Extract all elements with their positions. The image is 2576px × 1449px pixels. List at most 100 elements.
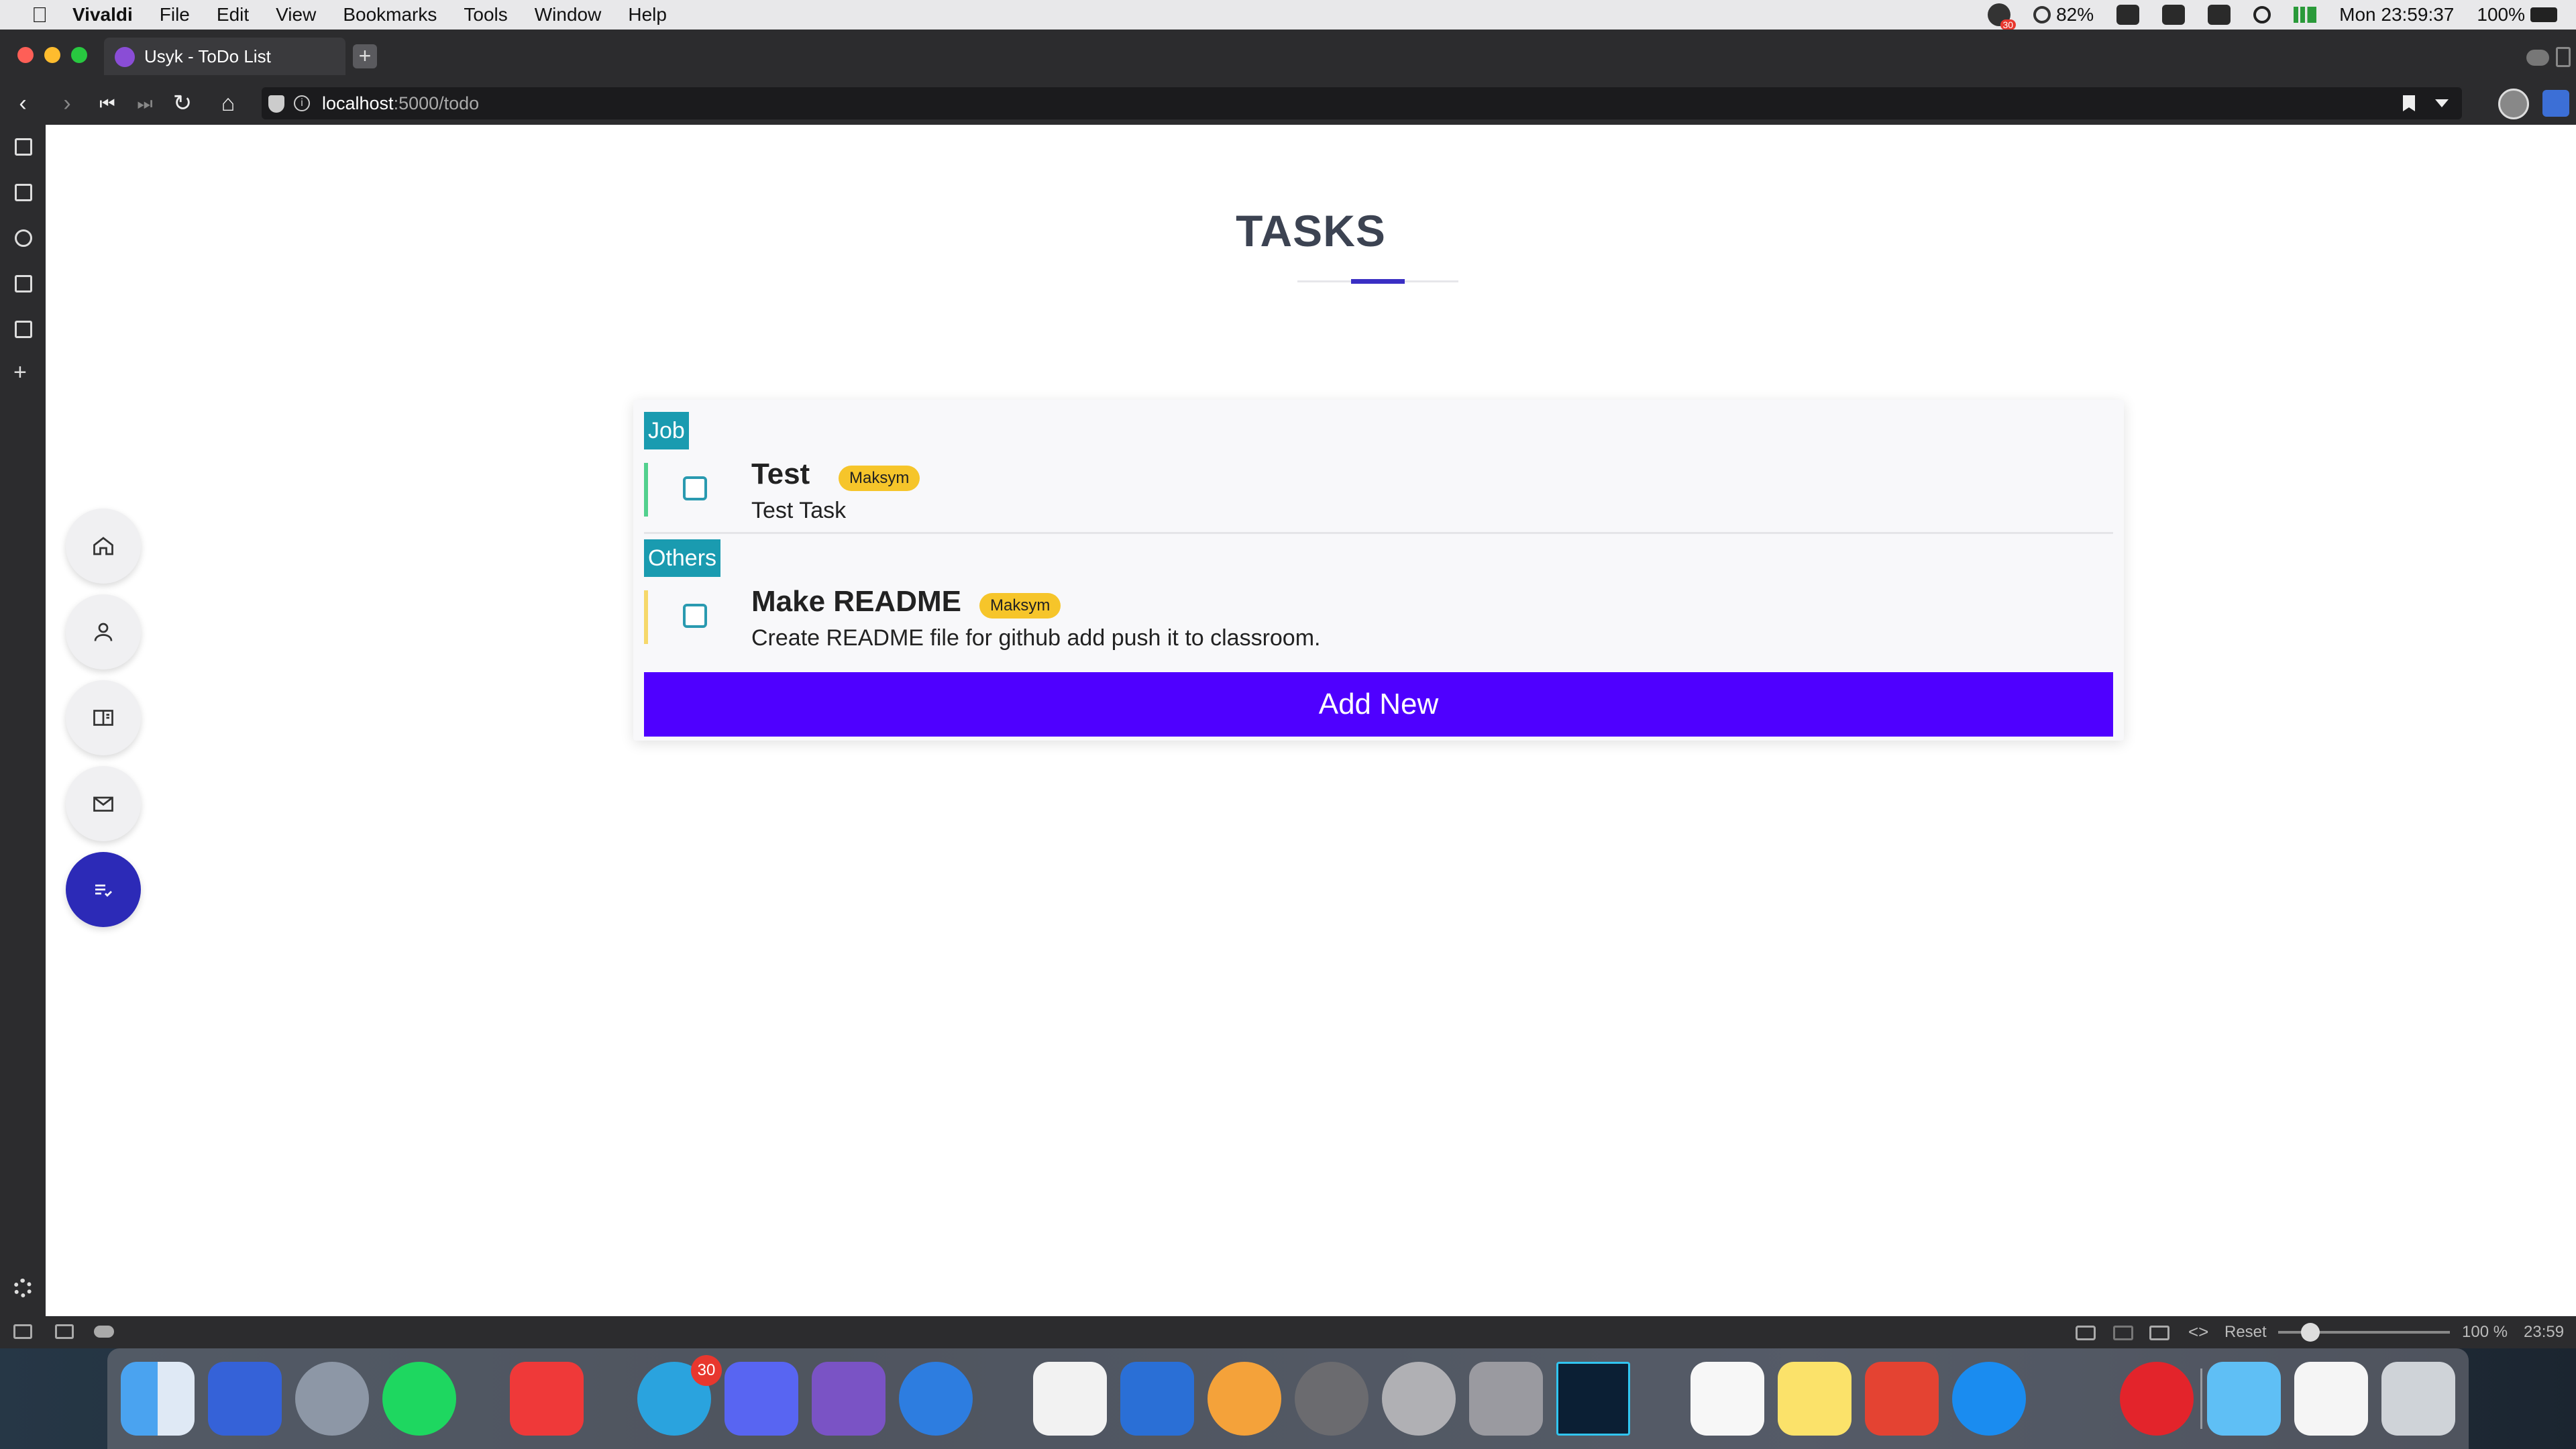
task-checkbox[interactable] (683, 476, 707, 500)
menu-window[interactable]: Window (535, 4, 602, 25)
nav-profile-button[interactable] (66, 594, 141, 669)
tableplus-icon[interactable] (1295, 1362, 1368, 1436)
notification-status-icon[interactable]: 30 (1988, 3, 2017, 30)
settings-gear-icon[interactable] (13, 1279, 32, 1297)
trash-tabs-icon[interactable] (2556, 47, 2571, 67)
nav-tasks-button[interactable] (66, 852, 141, 927)
finder-icon[interactable] (121, 1362, 195, 1436)
notes-icon[interactable] (1778, 1362, 1851, 1436)
panel-downloads-icon[interactable] (15, 184, 32, 201)
apple-icon[interactable]:  (27, 2, 52, 28)
profile-avatar[interactable] (2498, 89, 2529, 119)
task-checkbox[interactable] (683, 604, 707, 628)
menubar-clock[interactable]: Mon 23:59:37 (2339, 4, 2454, 25)
menu-app-name[interactable]: Vivaldi (72, 4, 133, 25)
menu-tools[interactable]: Tools (464, 4, 507, 25)
menu-view[interactable]: View (276, 4, 316, 25)
task-item: Make README Maksym Create README file fo… (644, 577, 2113, 661)
sync-cloud-icon[interactable] (2526, 50, 2549, 66)
trash-icon[interactable] (2381, 1362, 2455, 1436)
forward-icon[interactable]: › (54, 91, 80, 115)
panel-toggle-icon[interactable] (13, 1324, 32, 1339)
dock: 30 (107, 1348, 2469, 1449)
back-icon[interactable]: ‹ (9, 91, 36, 115)
category-label-others: Others (644, 539, 721, 577)
spotlight-search-icon[interactable] (2253, 6, 2271, 23)
panel-history-icon[interactable] (15, 229, 32, 247)
task-item: Test Maksym Test Task (644, 449, 2113, 534)
adblock-icon[interactable] (2120, 1362, 2194, 1436)
capture-icon[interactable] (2076, 1326, 2096, 1340)
telegram-badge: 30 (691, 1355, 722, 1386)
shield-icon[interactable] (268, 95, 284, 113)
panel-notes-icon[interactable] (15, 275, 32, 292)
todoist-icon[interactable] (1865, 1362, 1939, 1436)
vivaldi-icon[interactable] (510, 1362, 584, 1436)
nav-home-button[interactable] (66, 508, 141, 584)
airship-icon[interactable] (1208, 1362, 1281, 1436)
rewind-icon[interactable]: ⏮ (94, 91, 121, 115)
panel-bookmarks-icon[interactable] (15, 138, 32, 156)
bookmark-icon[interactable] (2403, 95, 2415, 111)
tab-usyk-todo[interactable]: Usyk - ToDo List (104, 38, 345, 75)
menu-file[interactable]: File (160, 4, 190, 25)
home-browser-icon[interactable]: ⌂ (215, 91, 241, 115)
photoshop-icon[interactable] (1556, 1362, 1630, 1436)
nav-book-button[interactable] (66, 680, 141, 755)
window-icon[interactable] (2113, 1326, 2133, 1340)
layout-status-icon[interactable] (2208, 5, 2231, 25)
launchpad-icon[interactable] (295, 1362, 369, 1436)
title-accent (1351, 279, 1405, 284)
panel-calendar-icon[interactable] (15, 321, 32, 338)
zoom-reset-button[interactable]: Reset (2224, 1323, 2267, 1342)
chevron-down-icon[interactable] (2435, 99, 2449, 107)
reminders-icon[interactable] (1690, 1362, 1764, 1436)
image-icon[interactable] (2149, 1326, 2169, 1340)
page-actions-icon[interactable]: <> (2188, 1322, 2208, 1342)
database-icon[interactable] (1469, 1362, 1543, 1436)
vscode-icon[interactable] (1033, 1362, 1107, 1436)
maximize-window-button[interactable] (71, 47, 87, 63)
cpu-status[interactable]: 82% (2033, 4, 2094, 25)
menu-bookmarks[interactable]: Bookmarks (343, 4, 437, 25)
zoom-slider-handle[interactable] (2301, 1323, 2320, 1342)
cpu-gauge-icon (2033, 6, 2051, 23)
bolt-status-icon[interactable] (2116, 5, 2140, 25)
calendar-icon[interactable] (208, 1362, 282, 1436)
fast-forward-icon[interactable]: ⏭ (131, 91, 158, 115)
disk-icon[interactable] (1382, 1362, 1456, 1436)
reload-icon[interactable]: ↻ (169, 91, 196, 115)
tab-favicon-icon (115, 47, 135, 67)
translate-icon[interactable] (2542, 90, 2569, 117)
xcode-icon[interactable] (1120, 1362, 1194, 1436)
url-host: localhost (322, 93, 394, 113)
assignee-badge: Maksym (839, 466, 920, 491)
viber-icon[interactable] (812, 1362, 885, 1436)
task-title: Test (751, 458, 810, 490)
menu-help[interactable]: Help (628, 4, 667, 25)
minimize-window-button[interactable] (44, 47, 60, 63)
close-window-button[interactable] (17, 47, 34, 63)
site-info-icon[interactable]: i (294, 95, 310, 111)
cloud-sync-icon[interactable] (94, 1326, 114, 1338)
tasks-icon (95, 884, 112, 897)
user-icon (94, 623, 113, 641)
send-icon[interactable] (899, 1362, 973, 1436)
menu-edit[interactable]: Edit (217, 4, 249, 25)
signal-icon[interactable] (2294, 7, 2317, 23)
task-color-bar (644, 463, 648, 517)
appstore-icon[interactable] (1952, 1362, 2026, 1436)
add-web-panel-icon[interactable]: + (13, 360, 27, 386)
task-description: Test Task (751, 498, 847, 523)
add-new-button[interactable]: Add New (644, 672, 2113, 737)
keyboard-status-icon[interactable] (2162, 5, 2186, 25)
tiling-icon[interactable] (55, 1324, 74, 1339)
nav-mail-button[interactable] (66, 766, 141, 841)
battery-status[interactable]: 100% (2477, 4, 2557, 25)
folder-icon[interactable] (2207, 1362, 2281, 1436)
spotify-icon[interactable] (382, 1362, 456, 1436)
discord-icon[interactable] (724, 1362, 798, 1436)
new-tab-button[interactable]: + (353, 44, 377, 68)
url-field[interactable]: i localhost :5000/todo (262, 87, 2462, 119)
txt-file-icon[interactable] (2294, 1362, 2368, 1436)
